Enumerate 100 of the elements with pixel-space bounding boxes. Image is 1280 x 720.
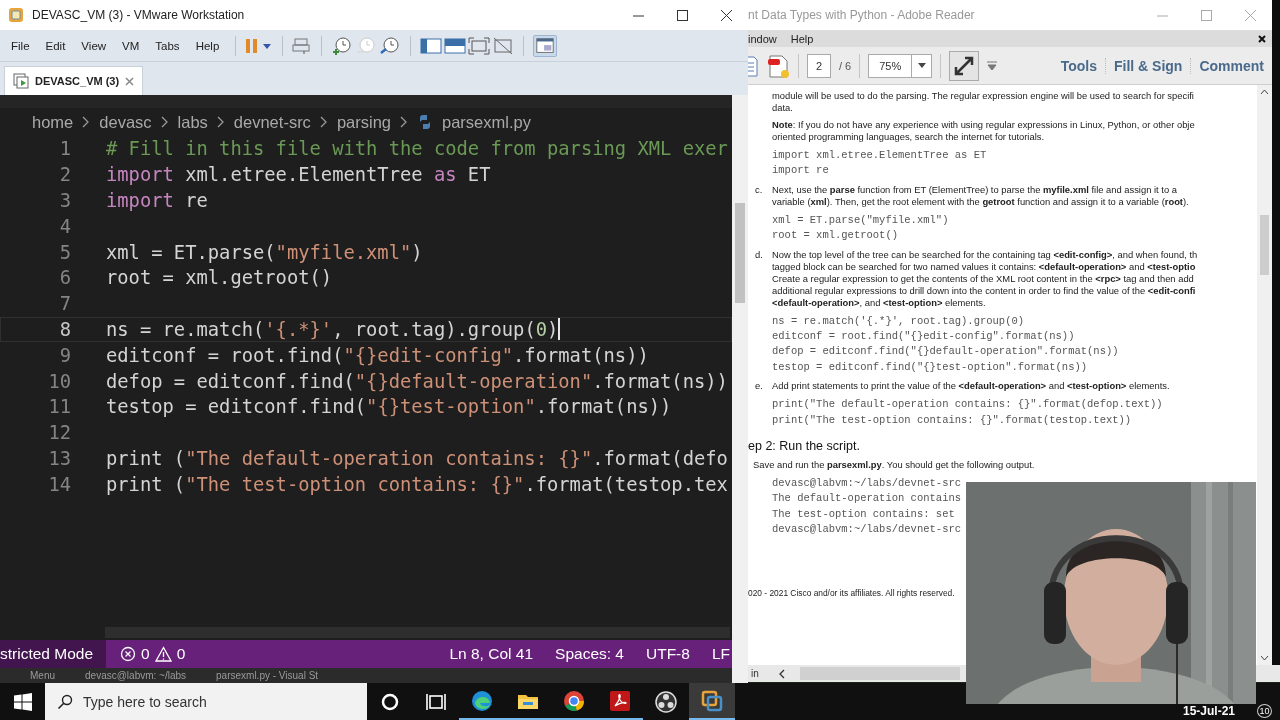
line-number: 11 xyxy=(47,396,71,418)
restricted-mode-indicator[interactable]: stricted Mode xyxy=(0,640,107,668)
scroll-left-icon[interactable] xyxy=(778,668,786,679)
toolbar-button[interactable]: Fill & Sign xyxy=(1105,57,1191,74)
code-snippet: devasc@labvm:~/labs/devnet-src The default-operation contains The test-option contains: set devasc@labvm:~/labs/devnet-src xyxy=(771,476,962,538)
warning-count[interactable]: 0 xyxy=(176,645,186,663)
aperture-icon xyxy=(655,690,677,713)
line-number: 2 xyxy=(58,164,71,186)
code-text: # Fill in this file with the code from parsing XML exer xyxy=(106,138,728,160)
close-icon[interactable] xyxy=(1258,34,1266,43)
status-item[interactable]: LF xyxy=(711,645,730,663)
text-cursor xyxy=(558,318,561,341)
breadcrumb-item[interactable]: parsexml.py xyxy=(442,112,531,132)
menu-title[interactable]: VM xyxy=(115,35,147,56)
window-title: nt Data Types with Python - Adobe Reader xyxy=(748,8,975,22)
window-title: DEVASC_VM (3) - VMware Workstation xyxy=(32,8,245,22)
scrollbar-thumb[interactable] xyxy=(735,203,745,303)
toolbar-button[interactable]: Tools xyxy=(1052,57,1105,74)
browser-circle-icon xyxy=(563,689,585,712)
menu-title[interactable]: indow xyxy=(748,32,777,45)
code-snippet: xml = ET.parse("myfile.xml") root = xml.getroot() xyxy=(771,212,949,244)
windows-start-icon[interactable] xyxy=(13,692,32,711)
error-count[interactable]: 0 xyxy=(141,645,150,663)
code-text: import re xyxy=(106,190,208,211)
line-number: 6 xyxy=(58,267,71,289)
bottom-bar-view-icon[interactable] xyxy=(444,36,467,55)
panel-button[interactable]: parsexml.py - Visual St xyxy=(216,670,319,681)
code-snippet: ns = re.match('{.*}', root.tag).group(0) editconf = root.find("{}edit-config".format(ns)) defop = editconf.find("{}default-operation".format(ns)) testop = editconf.find("{}test-option".format(ns)) xyxy=(771,313,1119,375)
breadcrumb-item[interactable]: labs xyxy=(177,112,208,132)
line-number: 7 xyxy=(58,293,71,315)
zoom-dropdown[interactable]: 75% xyxy=(868,53,933,78)
code-snippet: import xml.etree.ElementTree as ET import re xyxy=(771,148,987,179)
code-text: ns = re.match('{.*}', root.tag).group(0) xyxy=(106,318,559,340)
list-marker: c. xyxy=(754,183,764,197)
breadcrumb-item[interactable]: devnet-src xyxy=(233,112,311,132)
clock-date[interactable]: 15-Jul-21 xyxy=(1182,704,1235,718)
code-text: print ("The default-operation contains: {}".format(defo xyxy=(106,447,728,469)
scroll-down-icon[interactable] xyxy=(1260,655,1269,661)
line-number: 14 xyxy=(47,473,71,495)
overflow-caret-icon[interactable] xyxy=(987,60,998,71)
pdf-reader-icon xyxy=(609,689,631,712)
scroll-up-icon[interactable] xyxy=(1260,89,1269,95)
paragraph: Save and run the parsexml.py. You should get the following output. xyxy=(752,459,1035,472)
menu-title[interactable]: Tabs xyxy=(148,35,187,56)
menu-title[interactable]: File xyxy=(4,35,37,56)
line-number: 10 xyxy=(47,370,71,392)
paragraph: Note: If you do not have any experience with using regular expressions in Linux, Python, or other obje oriented programming languages, search the internet for tutorials. xyxy=(772,119,1195,143)
code-text: testop = editconf.find("{}test-option".format(ns)) xyxy=(106,396,672,418)
clock-plus-icon[interactable] xyxy=(331,35,354,56)
breadcrumb-item[interactable]: parsing xyxy=(336,112,391,132)
line-number: 8 xyxy=(58,318,71,340)
menu-title[interactable]: View xyxy=(74,35,114,56)
scrollbar[interactable] xyxy=(1257,85,1272,665)
page-number-field[interactable]: 2 xyxy=(807,53,831,78)
panel-button[interactable]: Menu xyxy=(30,670,55,681)
paragraph: Add print statements to print the value of the <default-operation> and <test-option> elements. xyxy=(772,380,1170,393)
chevron-icon xyxy=(82,116,91,128)
sidebar-view-icon[interactable] xyxy=(420,36,443,55)
status-item[interactable]: UTF-8 xyxy=(646,645,690,663)
list-marker: d. xyxy=(754,248,764,262)
horizontal-scrollbar[interactable] xyxy=(800,667,960,680)
breadcrumb-item[interactable]: home xyxy=(32,112,74,132)
chevron-icon xyxy=(319,116,328,128)
chevron-icon xyxy=(160,116,169,128)
breadcrumb-item[interactable]: devasc xyxy=(99,112,152,132)
status-text: in xyxy=(750,668,760,679)
line-number: 1 xyxy=(58,138,71,160)
chevron-icon xyxy=(400,116,408,128)
vmware-logo-icon xyxy=(8,7,24,23)
toolbar-button[interactable]: Comment xyxy=(1190,57,1272,74)
line-number: 13 xyxy=(47,447,71,469)
code-text: editconf = root.find("{}edit-config".format(ns)) xyxy=(106,344,649,366)
status-item[interactable]: Spaces: 4 xyxy=(555,645,624,663)
vm-play-icon xyxy=(13,73,29,89)
copyright-text: 020 - 2021 Cisco and/or its affiliates. All rights reserved. xyxy=(748,587,956,598)
search-icon xyxy=(57,693,73,710)
clock-wrench-icon[interactable] xyxy=(379,35,402,56)
warning-icon xyxy=(154,646,172,662)
menu-title[interactable]: Help xyxy=(188,35,227,56)
close-icon[interactable] xyxy=(720,9,732,21)
code-text: root = xml.getroot() xyxy=(106,267,333,289)
list-marker: e. xyxy=(754,380,764,393)
menu-title[interactable]: Edit xyxy=(38,35,73,56)
maximize-icon[interactable] xyxy=(676,9,688,21)
code-text: import xml.etree.ElementTree as ET xyxy=(106,164,491,186)
paragraph: Next, use the parse function from ET (ElementTree) to parse the myfile.xml file and assign it to a variable (xml). Then, get the root element with the getroot function and assign it to a variable (root). xyxy=(772,183,1189,208)
scrollbar[interactable] xyxy=(732,95,748,683)
expand-icon[interactable] xyxy=(949,50,980,81)
vm-tab[interactable]: DEVASC_VM (3) xyxy=(4,66,144,95)
create-pdf-icon[interactable] xyxy=(766,52,790,79)
status-item[interactable]: Ln 8, Col 41 xyxy=(449,645,534,663)
window-view-icon[interactable] xyxy=(533,34,558,57)
scrollbar-thumb[interactable] xyxy=(1260,215,1269,275)
code-text: xml = ET.parse("myfile.xml") xyxy=(106,241,423,263)
page-count: / 6 xyxy=(839,59,852,72)
chevron-icon xyxy=(216,116,225,128)
menu-title[interactable]: Help xyxy=(790,32,814,45)
panel-button[interactable]: devasc@labvm: ~/labs xyxy=(85,670,187,681)
no-display-icon[interactable] xyxy=(492,36,515,55)
search-field[interactable]: Type here to search xyxy=(45,683,367,720)
